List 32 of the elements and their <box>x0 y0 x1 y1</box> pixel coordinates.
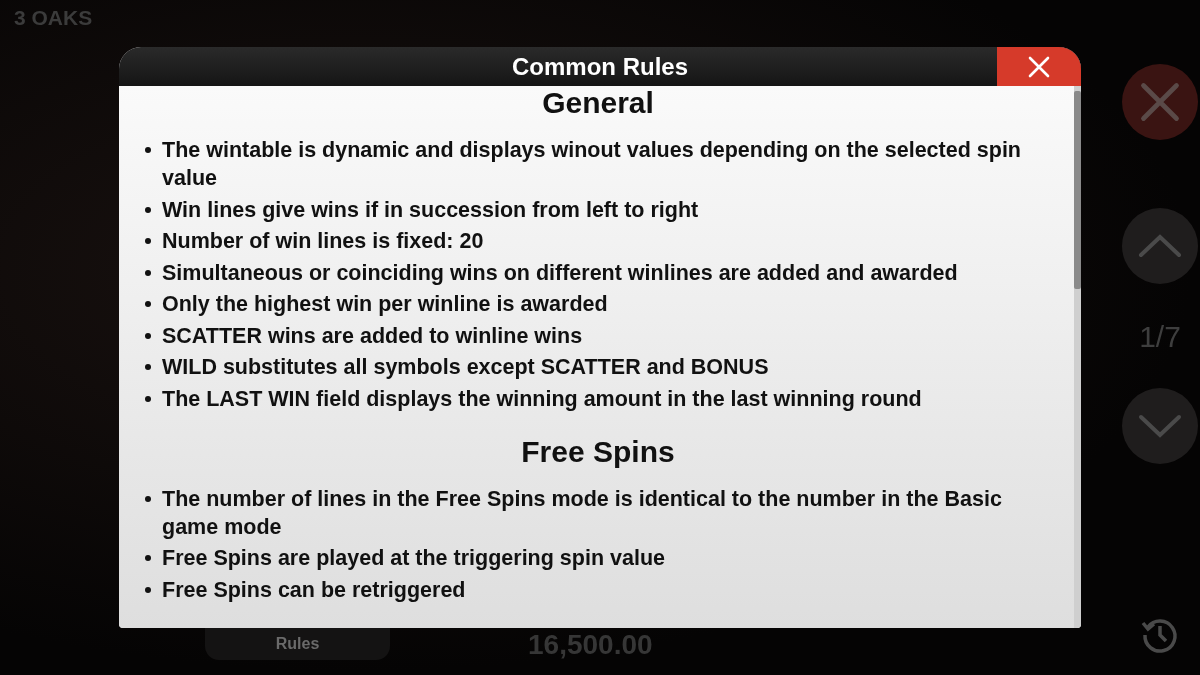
bullet-icon <box>145 269 151 276</box>
rule-text: SCATTER wins are added to winline wins <box>162 322 583 350</box>
close-icon <box>1027 54 1051 79</box>
bullet-icon <box>145 586 151 593</box>
rule-text: The number of lines in the Free Spins mode is identical to the number in the Basic game mode <box>162 485 1003 541</box>
rule-text: The LAST WIN field displays the winning amount in the last winning round <box>162 385 922 413</box>
bullet-icon <box>145 395 151 402</box>
bullet-icon <box>145 301 151 307</box>
rule-text: Simultaneous or coinciding wins on different winlines are added and awarded <box>162 259 958 287</box>
rule-text: Number of win lines is fixed: 20 <box>162 228 484 255</box>
rule-text: The wintable is dynamic and displays winout values depending on the selected spin value <box>162 137 1022 192</box>
bullet-icon <box>145 364 151 370</box>
chevron-down-icon <box>1138 414 1182 438</box>
bullet-icon <box>145 332 151 339</box>
bullet-icon <box>145 555 151 561</box>
bullet-icon <box>145 206 151 213</box>
close-icon <box>1138 80 1182 124</box>
bullet-icon <box>145 495 151 502</box>
rule-text: Free Spins are played at the triggering spin value <box>162 545 665 572</box>
rule-text: WILD substitutes all symbols except SCATTER and BONUS <box>162 354 769 381</box>
scrollbar-thumb[interactable] <box>1074 91 1081 289</box>
bullet-icon <box>145 147 151 153</box>
rule-text: Only the highest win per winline is awarded <box>162 291 608 318</box>
rule-text: Win lines give wins if in succession from left to right <box>162 196 699 224</box>
section-heading: Free Spins <box>520 434 676 469</box>
dialog-close-button[interactable] <box>997 47 1081 86</box>
chevron-up-icon <box>1138 234 1182 258</box>
page-counter: 1/7 <box>1139 320 1181 354</box>
scrollbar[interactable] <box>1074 86 1081 628</box>
bullet-icon <box>145 238 151 244</box>
dialog-title: Common Rules <box>512 52 688 81</box>
section-heading: General <box>541 86 655 120</box>
